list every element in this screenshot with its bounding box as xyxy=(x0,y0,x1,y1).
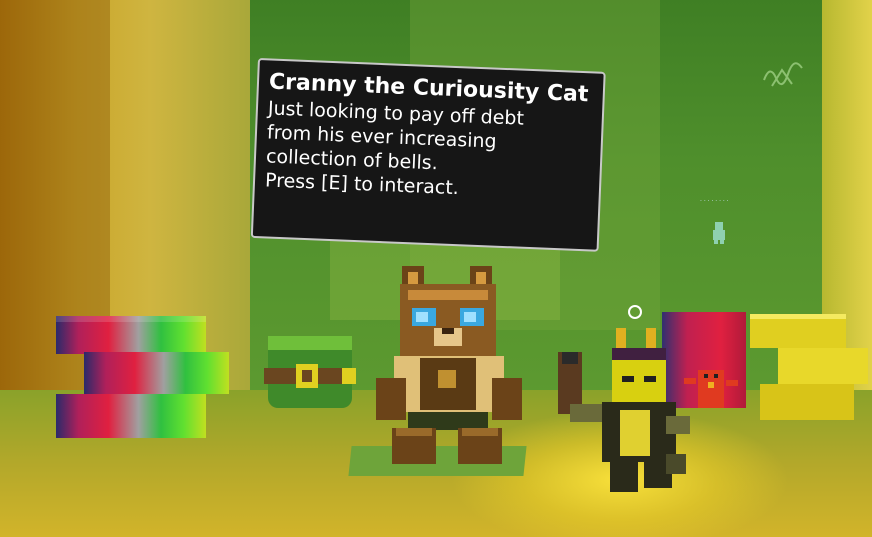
distant-player-nametag: · · · · · · · · xyxy=(700,198,729,205)
distant-player xyxy=(713,222,725,244)
red-parrot-pet xyxy=(684,370,738,408)
game-viewport[interactable]: · · · · · · · · Cranny the Curiousity Ca… xyxy=(0,0,872,537)
green-barrel xyxy=(264,336,356,408)
yellow-block-stack xyxy=(750,314,868,420)
cranny-cat-npc[interactable] xyxy=(372,262,524,468)
rainbow-block-stack-left xyxy=(56,316,229,438)
npc-tooltip: Cranny the Curiousity Cat Just looking t… xyxy=(250,58,606,252)
player-character xyxy=(558,328,690,492)
crosshair-icon xyxy=(628,305,642,319)
wall-decoration xyxy=(763,62,803,87)
